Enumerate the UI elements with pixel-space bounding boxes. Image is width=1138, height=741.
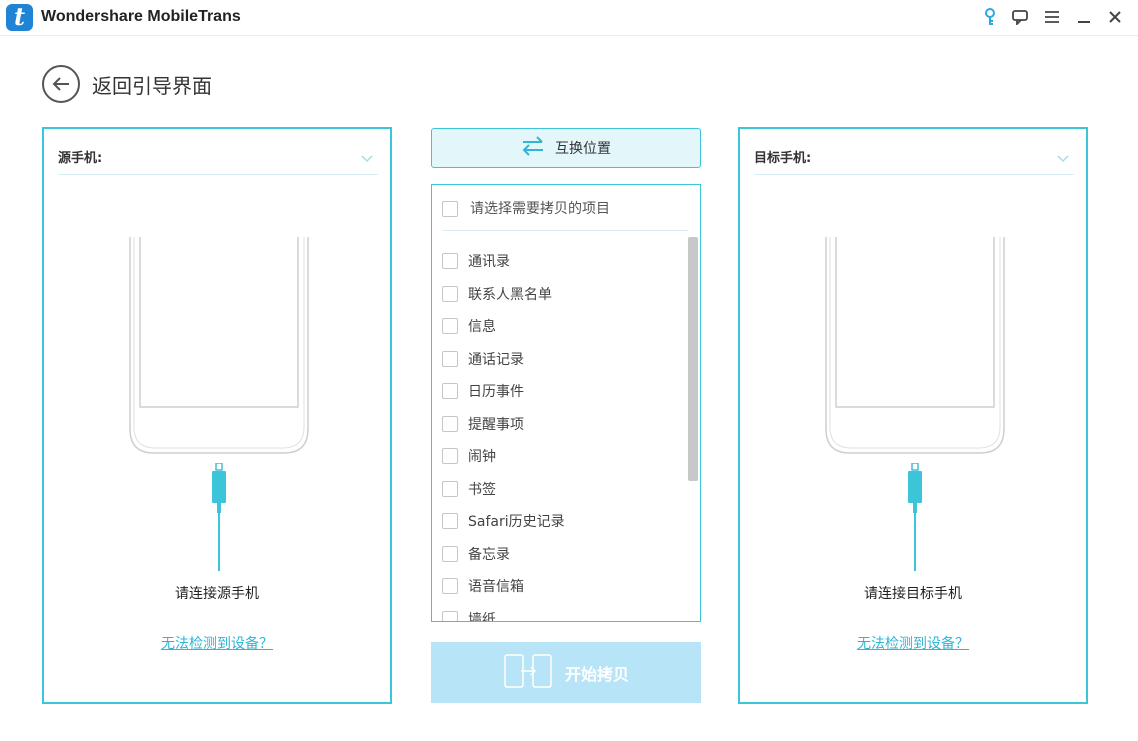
item-checkbox[interactable]	[442, 513, 458, 530]
connect-source-text: 请连接源手机	[175, 586, 259, 602]
select-all-checkbox[interactable]	[442, 201, 458, 217]
start-copy-label: 开始拷贝	[564, 664, 629, 684]
item-label: 书签	[468, 481, 496, 498]
list-item[interactable]: 闹钟	[442, 440, 682, 473]
list-item[interactable]: 通话记录	[442, 343, 682, 376]
chevron-down-icon	[360, 149, 374, 168]
item-checkbox[interactable]	[442, 610, 458, 621]
list-item[interactable]: 提醒事项	[442, 408, 682, 441]
feedback-icon[interactable]	[1009, 6, 1031, 28]
item-label: 提醒事项	[468, 416, 524, 433]
chevron-down-icon	[1056, 149, 1070, 168]
item-checkbox[interactable]	[442, 415, 458, 432]
item-checkbox[interactable]	[442, 383, 458, 400]
item-checkbox[interactable]	[442, 350, 458, 367]
target-phone-dropdown[interactable]: 目标手机:	[754, 147, 1074, 175]
list-item[interactable]: 信息	[442, 310, 682, 343]
items-container: 通讯录 联系人黑名单 信息 通话记录 日历事件 提醒事项 闹钟 书签 Safar…	[442, 245, 682, 622]
item-label: 信息	[468, 319, 496, 336]
connect-target-text: 请连接目标手机	[864, 586, 962, 602]
list-item[interactable]: 日历事件	[442, 375, 682, 408]
source-phone-dropdown[interactable]: 源手机:	[58, 147, 378, 175]
back-label: 返回引导界面	[92, 73, 212, 98]
list-scrollbar[interactable]	[688, 237, 698, 481]
app-title: Wondershare MobileTrans	[41, 8, 241, 25]
item-checkbox[interactable]	[442, 318, 458, 335]
close-icon[interactable]	[1104, 6, 1126, 28]
item-label: 通讯录	[468, 254, 510, 271]
phone-transfer-icon	[503, 651, 555, 695]
item-label: 联系人黑名单	[468, 286, 552, 303]
item-checkbox[interactable]	[442, 253, 458, 270]
menu-icon[interactable]	[1041, 6, 1063, 28]
source-phone-label: 源手机:	[58, 151, 103, 166]
phone-outline-icon	[128, 237, 310, 459]
list-item[interactable]: 书签	[442, 473, 682, 506]
target-cannot-detect-link[interactable]: 无法检测到设备？	[740, 633, 1086, 653]
back-to-guide-button[interactable]: 返回引导界面	[42, 65, 212, 103]
item-label: 闹钟	[468, 449, 496, 466]
cable-icon	[905, 462, 925, 577]
back-arrow-icon	[42, 65, 80, 103]
list-item[interactable]: 联系人黑名单	[442, 278, 682, 311]
source-cannot-detect-link[interactable]: 无法检测到设备？	[44, 633, 390, 653]
key-icon[interactable]	[979, 6, 1001, 28]
list-item[interactable]: 语音信箱	[442, 570, 682, 603]
swap-position-button[interactable]: 互换位置	[431, 128, 701, 168]
list-item[interactable]: Safari历史记录	[442, 505, 682, 538]
target-phone-label: 目标手机:	[754, 151, 812, 166]
item-checkbox[interactable]	[442, 480, 458, 497]
cable-icon	[209, 462, 229, 577]
copy-items-list: 请选择需要拷贝的项目 通讯录 联系人黑名单 信息 通话记录 日历事件 提醒事项 …	[431, 184, 701, 622]
minimize-icon[interactable]	[1073, 6, 1095, 28]
select-all-row[interactable]: 请选择需要拷贝的项目	[442, 201, 688, 231]
item-checkbox[interactable]	[442, 545, 458, 562]
item-label: 通话记录	[468, 351, 524, 368]
item-checkbox[interactable]	[442, 285, 458, 302]
list-item[interactable]: 通讯录	[442, 245, 682, 278]
list-item[interactable]: 备忘录	[442, 538, 682, 571]
select-all-label: 请选择需要拷贝的项目	[470, 201, 610, 217]
swap-label: 互换位置	[555, 141, 611, 157]
item-label: 日历事件	[468, 384, 524, 401]
swap-arrows-icon	[521, 136, 545, 160]
app-logo: t	[6, 4, 33, 31]
phone-outline-icon	[824, 237, 1006, 459]
target-phone-panel: 目标手机: 请连接目标手机 无法检测到设备？	[738, 127, 1088, 704]
item-checkbox[interactable]	[442, 578, 458, 595]
source-phone-panel: 源手机: 请连接源手机 无法检测到设备？	[42, 127, 392, 704]
title-bar: t Wondershare MobileTrans	[0, 0, 1138, 36]
item-label: 语音信箱	[468, 579, 524, 596]
start-copy-button[interactable]: 开始拷贝	[431, 642, 701, 703]
item-label: 墙纸	[468, 611, 496, 622]
item-label: 备忘录	[468, 546, 510, 563]
item-label: Safari历史记录	[468, 514, 565, 531]
item-checkbox[interactable]	[442, 448, 458, 465]
list-item[interactable]: 墙纸	[442, 603, 682, 622]
